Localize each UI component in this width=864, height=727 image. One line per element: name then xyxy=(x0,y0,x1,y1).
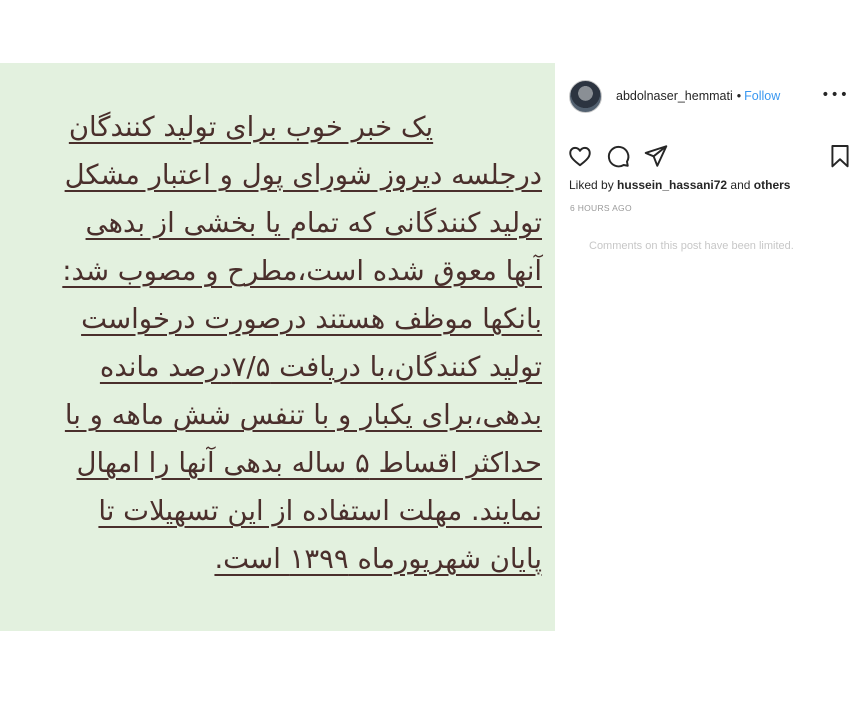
post-text-line: بدهی،برای یکبار و با تنفس شش ماهه و با xyxy=(64,399,542,431)
post-text-line: یک خبر خوب برای تولید کنندگان xyxy=(68,111,434,143)
post-image: یک خبر خوب برای تولید کنندگان درجلسه دیر… xyxy=(0,63,555,631)
post-text: یک خبر خوب برای تولید کنندگان درجلسه دیر… xyxy=(6,103,542,583)
header-separator: • xyxy=(736,89,742,103)
more-options-icon[interactable]: ••• xyxy=(821,87,849,103)
post-text-line: بانکها موظف هستند درصورت درخواست xyxy=(81,303,542,335)
comment-icon[interactable] xyxy=(605,143,631,169)
post-header: abdolnaser_hemmati • Follow ••• xyxy=(569,79,849,113)
post-sidebar: abdolnaser_hemmati • Follow ••• Liked by… xyxy=(555,63,864,631)
likes-others-link[interactable]: others xyxy=(754,178,791,192)
action-bar xyxy=(567,143,853,169)
bookmark-icon[interactable] xyxy=(827,143,853,169)
follow-button[interactable]: Follow xyxy=(744,89,780,103)
instagram-post-page: یک خبر خوب برای تولید کنندگان درجلسه دیر… xyxy=(0,0,864,727)
post-timestamp[interactable]: 6 HOURS AGO xyxy=(570,203,632,213)
liker-username-link[interactable]: hussein_hassani72 xyxy=(617,178,727,192)
post-text-line: آنها معوق شده است،مطرح و مصوب شد: xyxy=(62,255,542,287)
post-text-line: تولید کنندگانی که تمام یا بخشی از بدهی xyxy=(85,207,542,239)
heart-icon[interactable] xyxy=(567,143,593,169)
likes-prefix: Liked by xyxy=(569,178,618,192)
post-text-line: تولید کنندگان،با دریافت ۷/۵درصد مانده xyxy=(99,351,542,383)
post-text-line: درجلسه دیروز شورای پول و اعتبار مشکل xyxy=(64,159,542,191)
avatar[interactable] xyxy=(569,79,602,113)
username-link[interactable]: abdolnaser_hemmati xyxy=(616,89,733,103)
post-text-line: پایان شهریورماه ۱۳۹۹ است. xyxy=(214,543,542,575)
share-icon[interactable] xyxy=(643,143,669,169)
comments-limited-notice: Comments on this post have been limited. xyxy=(589,240,794,252)
post-text-line: نمایند. مهلت استفاده از این تسهیلات تا xyxy=(98,495,542,527)
likes-summary: Liked by hussein_hassani72 and others xyxy=(569,178,790,192)
likes-conjunction: and xyxy=(727,178,754,192)
post-text-line: حداکثر اقساط ۵ ساله بدهی آنها را امهال xyxy=(76,447,542,479)
